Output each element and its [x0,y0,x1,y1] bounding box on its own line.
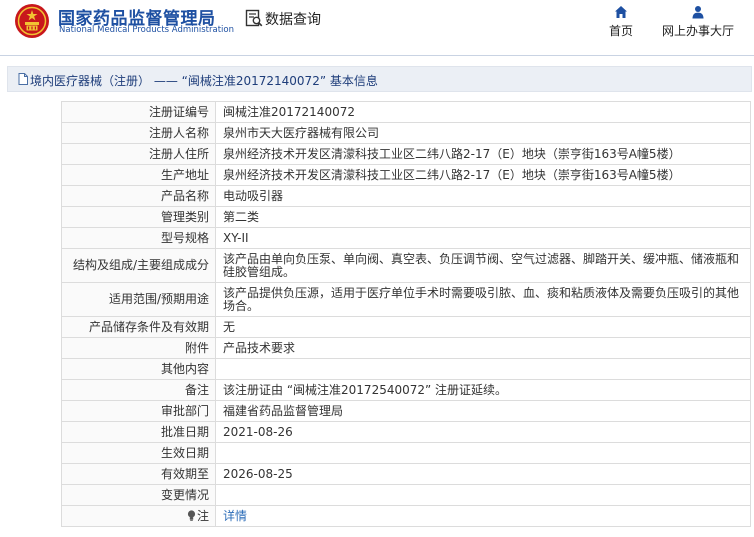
table-row: 产品储存条件及有效期 无 [61,316,751,338]
table-row: 变更情况 [61,484,751,506]
table-row: 有效期至 2026-08-25 [61,463,751,485]
field-value-approval-department: 福建省药品监督管理局 [215,400,751,422]
table-row: 适用范围/预期用途 该产品提供负压源，适用于医疗单位手术时需要吸引脓、血、痰和粘… [61,282,751,317]
table-row: 管理类别 第二类 [61,206,751,228]
note-label: 注 [196,508,209,523]
table-row: 备注 该注册证由 “闽械注准20172540072” 注册证延续。 [61,379,751,401]
document-icon [18,73,28,85]
national-emblem-icon [15,4,49,38]
nav-home[interactable]: 首页 [604,5,638,39]
field-value-registration-number: 闽械注准20172140072 [215,101,751,123]
lightbulb-icon [187,509,196,521]
field-value-registrant-address: 泉州经济技术开发区清濛科技工业区二纬八路2-17（E）地块（崇亨街163号A幢5… [215,143,751,165]
breadcrumb: 境内医疗器械（注册） —— “闽械注准20172140072” 基本信息 [7,66,752,92]
field-label-model-spec: 型号规格 [61,227,216,249]
field-value-change-status [215,484,751,506]
field-value-storage-validity: 无 [215,316,751,338]
field-label-valid-until: 有效期至 [61,463,216,485]
table-row: 注册证编号 闽械注准20172140072 [61,101,751,123]
nav-service-hall-label: 网上办事大厅 [661,24,734,38]
field-label-remarks: 备注 [61,379,216,401]
field-label-management-category: 管理类别 [61,206,216,228]
field-label-registrant-name: 注册人名称 [61,122,216,144]
field-label-product-name: 产品名称 [61,185,216,207]
field-value-model-spec: XY-II [215,227,751,249]
field-value-approval-date: 2021-08-26 [215,421,751,443]
field-value-attachment: 产品技术要求 [215,337,751,359]
field-value-note: 详情 [215,505,751,527]
table-row: 生产地址 泉州经济技术开发区清濛科技工业区二纬八路2-17（E）地块（崇亨街16… [61,164,751,186]
breadcrumb-text: 境内医疗器械（注册） —— “闽械注准20172140072” 基本信息 [30,74,378,88]
field-value-production-address: 泉州经济技术开发区清濛科技工业区二纬八路2-17（E）地块（崇亨街163号A幢5… [215,164,751,186]
table-row: 产品名称 电动吸引器 [61,185,751,207]
table-row: 结构及组成/主要组成成分 该产品由单向负压泵、单向阀、真空表、负压调节阀、空气过… [61,248,751,283]
field-label-approval-date: 批准日期 [61,421,216,443]
table-row: 审批部门 福建省药品监督管理局 [61,400,751,422]
table-row: 注册人住所 泉州经济技术开发区清濛科技工业区二纬八路2-17（E）地块（崇亨街1… [61,143,751,165]
field-label-approval-department: 审批部门 [61,400,216,422]
nav-service-hall[interactable]: 网上办事大厅 [656,5,740,39]
detail-table: 注册证编号 闽械注准20172140072 注册人名称 泉州市天大医疗器械有限公… [61,101,751,527]
field-label-effective-date: 生效日期 [61,442,216,464]
site-header: 国家药品监督管理局 National Medical Products Admi… [0,0,754,55]
table-row: 批准日期 2021-08-26 [61,421,751,443]
site-title-en: National Medical Products Administration [59,25,234,35]
field-value-registrant-name: 泉州市天大医疗器械有限公司 [215,122,751,144]
header-divider [0,55,754,56]
field-label-storage-validity: 产品储存条件及有效期 [61,316,216,338]
section-title: 数据查询 [265,12,321,28]
field-label-attachment: 附件 [61,337,216,359]
field-value-intended-use: 该产品提供负压源，适用于医疗单位手术时需要吸引脓、血、痰和粘质液体及需要负压吸引… [215,282,751,317]
details-link[interactable]: 详情 [223,509,247,523]
nav-home-label: 首页 [608,24,633,38]
field-label-registrant-address: 注册人住所 [61,143,216,165]
field-label-registration-number: 注册证编号 [61,101,216,123]
field-value-structure: 该产品由单向负压泵、单向阀、真空表、负压调节阀、空气过滤器、脚踏开关、缓冲瓶、储… [215,248,751,283]
field-value-product-name: 电动吸引器 [215,185,751,207]
table-row: 其他内容 [61,358,751,380]
field-label-production-address: 生产地址 [61,164,216,186]
field-label-structure: 结构及组成/主要组成成分 [61,248,216,283]
data-search-icon [245,9,263,27]
field-label-other-content: 其他内容 [61,358,216,380]
field-label-note: 注 [61,505,216,527]
table-row: 生效日期 [61,442,751,464]
table-row: 注 详情 [61,505,751,527]
table-row: 注册人名称 泉州市天大医疗器械有限公司 [61,122,751,144]
field-value-other-content [215,358,751,380]
field-value-remarks: 该注册证由 “闽械注准20172540072” 注册证延续。 [215,379,751,401]
table-row: 型号规格 XY-II [61,227,751,249]
table-row: 附件 产品技术要求 [61,337,751,359]
field-label-change-status: 变更情况 [61,484,216,506]
field-label-intended-use: 适用范围/预期用途 [61,282,216,317]
home-icon [615,6,627,18]
field-value-management-category: 第二类 [215,206,751,228]
field-value-valid-until: 2026-08-25 [215,463,751,485]
field-value-effective-date [215,442,751,464]
user-icon [692,6,704,19]
